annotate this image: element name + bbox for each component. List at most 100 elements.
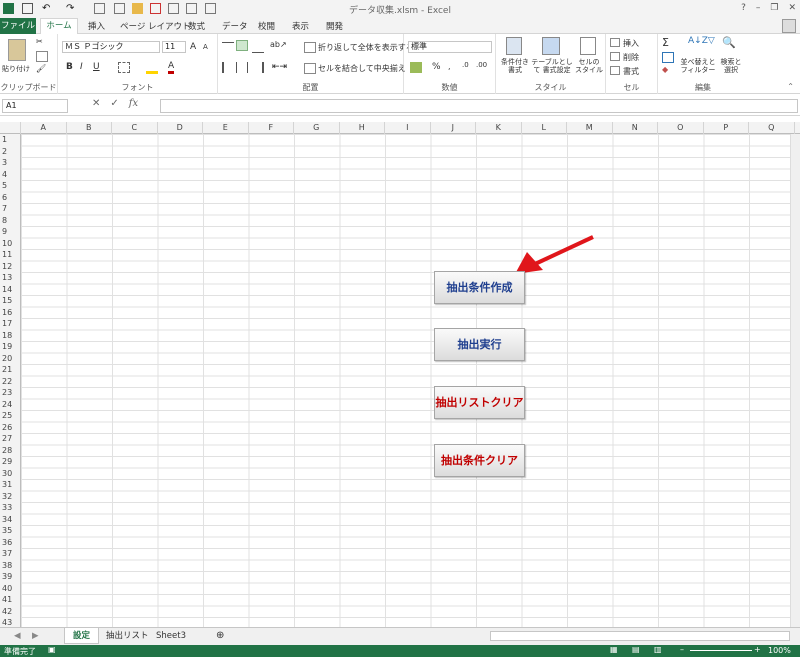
row-header[interactable]: 11 bbox=[0, 249, 21, 261]
column-header[interactable]: M bbox=[567, 122, 613, 134]
user-avatar[interactable] bbox=[782, 19, 796, 33]
column-header[interactable]: P bbox=[704, 122, 749, 134]
merge-center-button[interactable]: セルを結合して中央揃え bbox=[318, 63, 406, 74]
column-header[interactable]: F bbox=[249, 122, 294, 134]
row-header[interactable]: 5 bbox=[0, 180, 21, 192]
row-header[interactable]: 42 bbox=[0, 606, 21, 618]
column-header[interactable]: G bbox=[294, 122, 340, 134]
fill-icon[interactable] bbox=[662, 52, 674, 63]
column-header[interactable]: N bbox=[613, 122, 658, 134]
column-header[interactable]: H bbox=[340, 122, 385, 134]
font-size-select[interactable]: 11 bbox=[162, 41, 186, 53]
row-header[interactable]: 37 bbox=[0, 548, 21, 560]
row-header[interactable]: 8 bbox=[0, 215, 21, 227]
italic-button[interactable]: I bbox=[80, 62, 83, 72]
clear-extraction-list-button[interactable]: 抽出リストクリア bbox=[434, 386, 525, 419]
row-header[interactable]: 43 bbox=[0, 617, 21, 627]
sheet-tab-settings[interactable]: 設定 bbox=[64, 628, 100, 644]
percent-button[interactable]: % bbox=[432, 62, 441, 72]
fill-color-icon[interactable] bbox=[146, 63, 158, 74]
sort-filter-icon[interactable]: A↓Z▽ bbox=[688, 36, 715, 46]
indent-icon[interactable]: ⇤⇥ bbox=[272, 62, 287, 73]
column-header[interactable]: K bbox=[476, 122, 522, 134]
insert-button[interactable]: 挿入 bbox=[623, 38, 639, 49]
column-header[interactable]: A bbox=[21, 122, 67, 134]
tab-file[interactable]: ファイル bbox=[0, 18, 36, 34]
row-header[interactable]: 38 bbox=[0, 560, 21, 572]
tab-data[interactable]: データ bbox=[222, 20, 248, 32]
zoom-in-icon[interactable]: + bbox=[754, 645, 761, 654]
column-header[interactable]: L bbox=[522, 122, 567, 134]
align-left-icon[interactable] bbox=[222, 62, 234, 73]
row-header[interactable]: 14 bbox=[0, 284, 21, 296]
border-icon[interactable] bbox=[118, 62, 130, 73]
tab-review[interactable]: 校閲 bbox=[258, 20, 275, 32]
select-all-corner[interactable] bbox=[0, 122, 21, 134]
merge-icon[interactable] bbox=[304, 63, 316, 74]
row-header[interactable]: 4 bbox=[0, 169, 21, 181]
paste-button[interactable]: 貼り付け bbox=[2, 64, 30, 74]
find-select-icon[interactable]: 🔍 bbox=[722, 36, 736, 49]
zoom-out-icon[interactable]: – bbox=[680, 645, 684, 654]
formula-input[interactable] bbox=[160, 99, 798, 113]
format-table-icon[interactable] bbox=[542, 37, 560, 55]
column-header[interactable]: I bbox=[385, 122, 431, 134]
cell-styles-button[interactable]: セルの スタイル bbox=[574, 58, 604, 74]
font-name-select[interactable]: ＭＳ Ｐゴシック bbox=[62, 41, 160, 53]
row-header[interactable]: 9 bbox=[0, 226, 21, 238]
run-extraction-button[interactable]: 抽出実行 bbox=[434, 328, 525, 361]
underline-button[interactable]: U bbox=[93, 62, 100, 72]
row-header[interactable]: 2 bbox=[0, 146, 21, 158]
align-top-icon[interactable] bbox=[222, 42, 234, 53]
enter-icon[interactable]: ✓ bbox=[110, 98, 118, 109]
scroll-tabs-right-icon[interactable]: ▶ bbox=[24, 628, 47, 644]
tab-page-layout[interactable]: ページ レイアウト bbox=[120, 20, 191, 32]
row-header[interactable]: 33 bbox=[0, 502, 21, 514]
comma-icon[interactable]: , bbox=[448, 62, 451, 71]
cut-icon[interactable]: ✂ bbox=[36, 37, 43, 46]
close-button[interactable]: ✕ bbox=[788, 3, 796, 13]
font-color-icon[interactable]: A bbox=[168, 61, 175, 74]
tab-developer[interactable]: 開発 bbox=[326, 20, 343, 32]
align-bottom-icon[interactable] bbox=[252, 42, 264, 53]
row-header[interactable]: 13 bbox=[0, 272, 21, 284]
column-header[interactable]: J bbox=[431, 122, 476, 134]
cancel-icon[interactable]: ✕ bbox=[92, 98, 100, 109]
row-header[interactable]: 32 bbox=[0, 491, 21, 503]
decrease-decimal-icon[interactable]: .00 bbox=[476, 61, 487, 69]
row-header[interactable]: 16 bbox=[0, 307, 21, 319]
row-header[interactable]: 21 bbox=[0, 364, 21, 376]
paste-icon[interactable] bbox=[8, 39, 26, 61]
bold-button[interactable]: B bbox=[66, 62, 73, 72]
align-center-icon[interactable] bbox=[236, 62, 248, 73]
row-header[interactable]: 17 bbox=[0, 318, 21, 330]
format-cells-icon[interactable] bbox=[610, 66, 620, 75]
row-header[interactable]: 35 bbox=[0, 525, 21, 537]
copy-icon[interactable] bbox=[36, 51, 48, 62]
column-header[interactable]: E bbox=[203, 122, 249, 134]
insert-cells-icon[interactable] bbox=[610, 38, 620, 47]
column-header[interactable]: D bbox=[158, 122, 203, 134]
row-header[interactable]: 3 bbox=[0, 157, 21, 169]
minimize-button[interactable]: – bbox=[756, 3, 761, 13]
row-header[interactable]: 28 bbox=[0, 445, 21, 457]
row-header[interactable]: 26 bbox=[0, 422, 21, 434]
orientation-icon[interactable]: ab↗ bbox=[270, 40, 287, 49]
shrink-font-button[interactable]: A bbox=[203, 43, 208, 51]
increase-decimal-icon[interactable]: .0 bbox=[462, 61, 469, 69]
normal-view-icon[interactable]: ▦ bbox=[610, 645, 618, 654]
row-header[interactable]: 29 bbox=[0, 456, 21, 468]
help-button[interactable]: ? bbox=[741, 3, 746, 13]
number-format-select[interactable]: 標準 bbox=[408, 41, 492, 53]
delete-cells-icon[interactable] bbox=[610, 52, 620, 61]
sort-filter-button[interactable]: 並べ替えと フィルター bbox=[680, 58, 716, 74]
name-box[interactable]: A1 bbox=[2, 99, 68, 113]
conditional-format-button[interactable]: 条件付き 書式 bbox=[498, 58, 532, 74]
autosum-icon[interactable]: Σ bbox=[662, 36, 669, 49]
page-layout-view-icon[interactable]: ▤ bbox=[632, 645, 640, 654]
row-header[interactable]: 15 bbox=[0, 295, 21, 307]
align-middle-icon[interactable] bbox=[236, 40, 248, 51]
row-header[interactable]: 40 bbox=[0, 583, 21, 595]
format-button[interactable]: 書式 bbox=[623, 66, 639, 77]
wrap-text-button[interactable]: 折り返して全体を表示する bbox=[318, 42, 414, 53]
